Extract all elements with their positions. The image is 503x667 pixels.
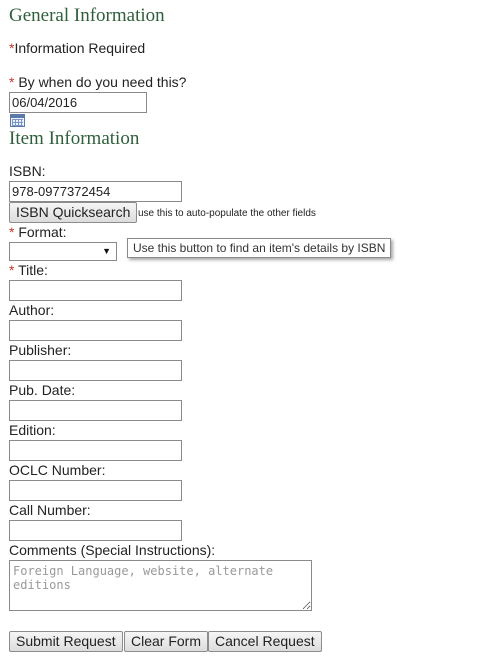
oclc-number-input[interactable] xyxy=(9,480,182,501)
call-number-label: Call Number: xyxy=(9,502,91,518)
pub-date-label: Pub. Date: xyxy=(9,382,76,398)
comments-textarea[interactable] xyxy=(9,560,312,611)
submit-request-button[interactable]: Submit Request xyxy=(9,631,123,652)
calendar-icon-grid xyxy=(12,119,23,126)
general-information-heading: General Information xyxy=(9,5,165,26)
publisher-input[interactable] xyxy=(9,360,182,381)
edition-label: Edition: xyxy=(9,422,56,438)
title-label: * Title: xyxy=(9,262,48,278)
need-by-date-input[interactable] xyxy=(9,92,147,113)
isbn-label: ISBN: xyxy=(9,163,46,179)
pub-date-input[interactable] xyxy=(9,400,182,421)
isbn-quicksearch-button[interactable]: ISBN Quicksearch xyxy=(9,202,138,223)
author-label: Author: xyxy=(9,302,55,318)
cancel-request-button[interactable]: Cancel Request xyxy=(208,631,322,652)
clear-form-button[interactable]: Clear Form xyxy=(124,631,209,652)
item-information-heading: Item Information xyxy=(9,128,140,149)
publisher-label: Publisher: xyxy=(9,342,72,358)
format-select[interactable]: ▼ xyxy=(9,242,117,261)
isbn-input[interactable] xyxy=(9,181,182,202)
required-note: *Information Required xyxy=(9,40,145,56)
chevron-down-icon: ▼ xyxy=(102,246,111,256)
isbn-tooltip: Use this button to find an item's detail… xyxy=(127,238,392,258)
required-note-text: Information Required xyxy=(14,40,146,56)
author-input[interactable] xyxy=(9,320,182,341)
need-by-label: * By when do you need this? xyxy=(9,74,186,90)
calendar-icon[interactable] xyxy=(10,114,25,127)
format-label-text: Format: xyxy=(14,224,67,240)
quicksearch-hint: use this to auto-populate the other fiel… xyxy=(138,208,316,219)
calendar-icon-header xyxy=(11,115,24,118)
title-label-text: Title: xyxy=(14,262,48,278)
call-number-input[interactable] xyxy=(9,520,182,541)
need-by-label-text: By when do you need this? xyxy=(14,74,187,90)
oclc-number-label: OCLC Number: xyxy=(9,462,106,478)
edition-input[interactable] xyxy=(9,440,182,461)
title-input[interactable] xyxy=(9,280,182,301)
comments-label: Comments (Special Instructions): xyxy=(9,542,216,558)
format-label: * Format: xyxy=(9,224,67,240)
